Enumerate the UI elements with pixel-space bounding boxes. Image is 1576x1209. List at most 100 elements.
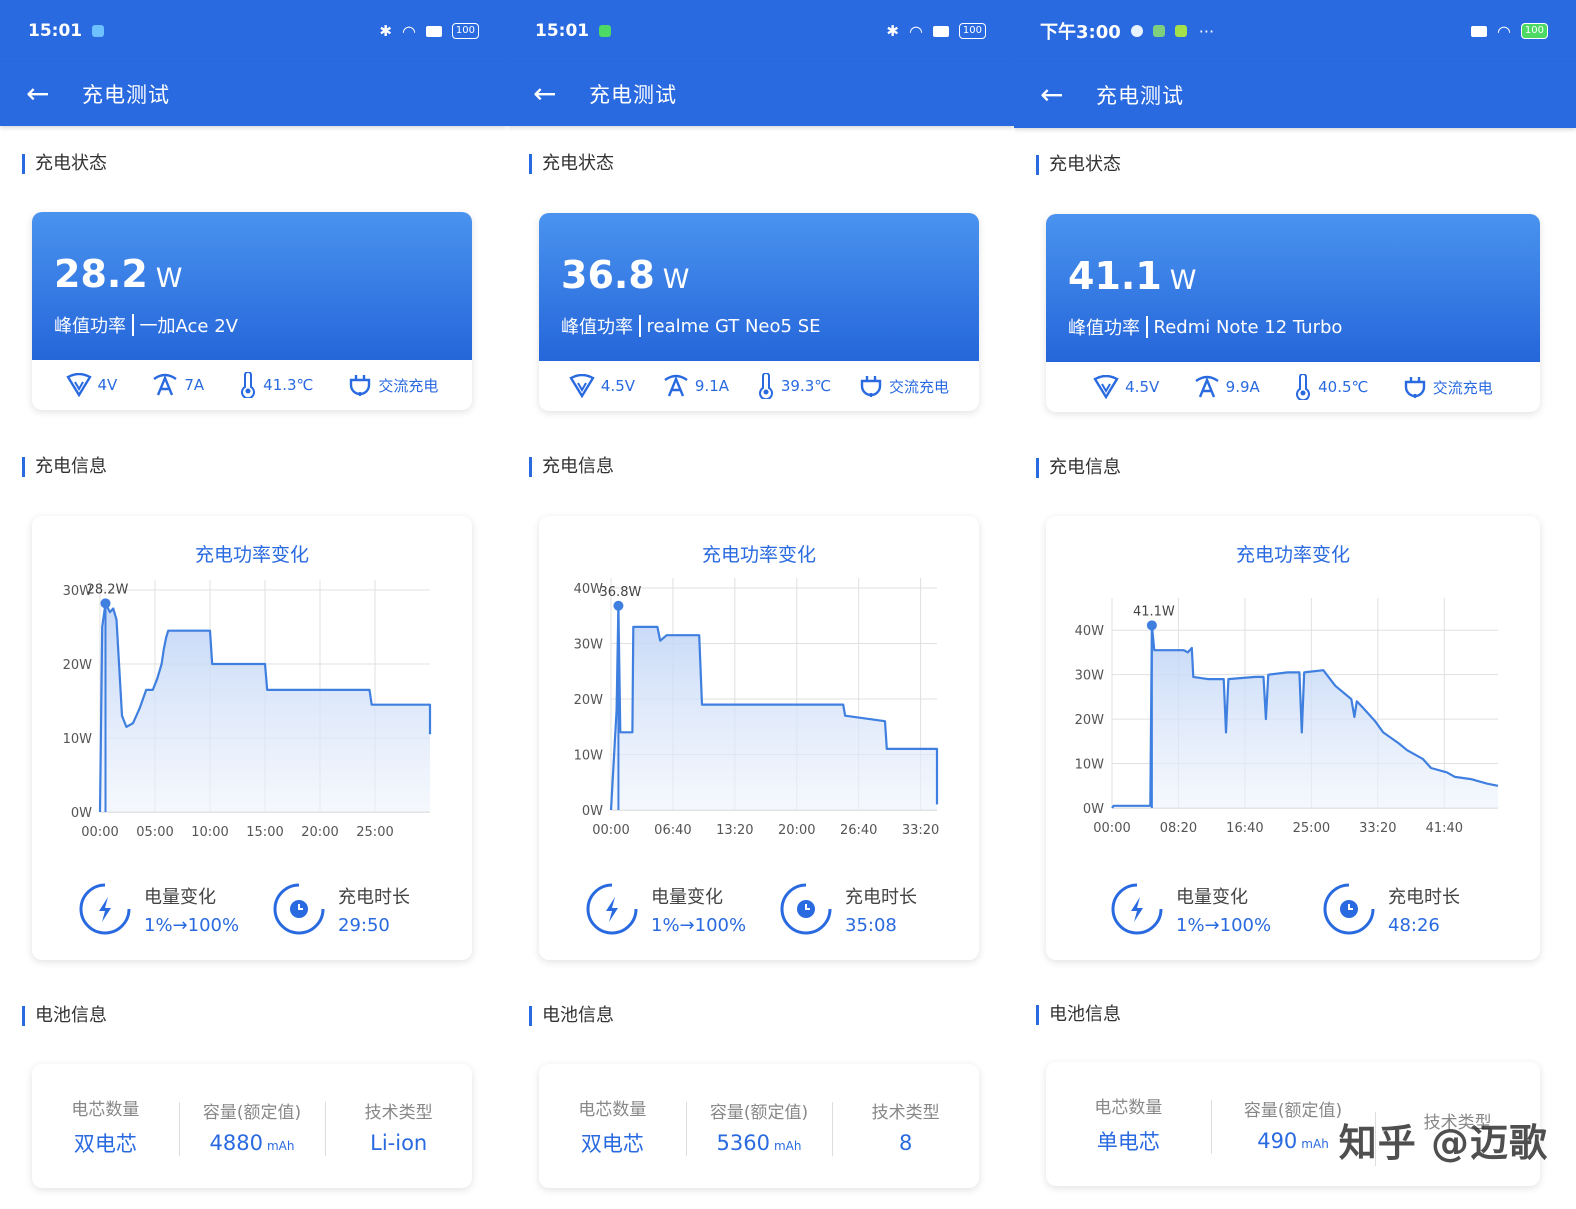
bluetooth-icon: ✱ (379, 22, 392, 40)
battery-change-label: 电量变化 (144, 886, 216, 908)
capacity-value: 4880 (209, 1130, 263, 1155)
power-chart: 0W10W20W30W40W00:00 06:40 13:20 20:00 26:40 3… (574, 578, 939, 838)
x-tick-label: 26:40 (840, 823, 877, 838)
technology: 技术类型 8 (832, 1098, 979, 1156)
notification-icon (92, 25, 105, 37)
voltage-metric: 4V (65, 373, 118, 397)
x-tick-label: 10:00 (191, 825, 228, 840)
temperature-value: 39.3℃ (780, 377, 832, 395)
peak-power-unit: W (1169, 265, 1197, 296)
x-tick-label: 00:00 (592, 823, 629, 838)
back-arrow-icon[interactable]: ← (1040, 81, 1080, 109)
x-tick-label: 25:00 (356, 825, 393, 840)
sim-icon (425, 25, 442, 37)
capacity-label: 容量(额定值) (202, 1102, 302, 1123)
power-chart: 0W10W20W30W00:00 05:00 10:00 15:00 20:00 25:0… (63, 580, 432, 840)
notification-icon (1130, 25, 1143, 37)
y-tick-label: 0W (71, 806, 92, 821)
charge-type-value: 交流充电 (378, 376, 439, 395)
divider (639, 315, 641, 337)
charge-duration-value: 48:26 (1388, 914, 1440, 936)
charge-duration-label: 充电时长 (338, 886, 410, 908)
peak-power-unit: W (155, 263, 183, 294)
charge-duration-stat: 充电时长 35:08 (779, 882, 917, 936)
current-value: 9.1A (694, 377, 730, 395)
plug-icon (860, 376, 882, 397)
download-icon (1174, 25, 1187, 37)
peak-power-card: 28.2 W 峰值功率 一加Ace 2V 4V 7A 41.3℃ 交流充电 (32, 212, 472, 410)
divider (1146, 316, 1148, 338)
status-bar: 15:01 ✱ ◠ 100 (0, 0, 507, 62)
current-value: 7A (184, 376, 205, 394)
peak-power-card: 36.8 W 峰值功率 realme GT Neo5 SE 4.5V 9.1A … (539, 213, 979, 411)
phone-screen-oneplus: 15:01 ✱ ◠ 100 ← 充电测试 充电状态 28.2 W 峰值功率 一加… (0, 0, 507, 1209)
app-bar: ← 充电测试 (0, 62, 507, 126)
sim-icon (1470, 25, 1487, 37)
device-name: Redmi Note 12 Turbo (1153, 316, 1343, 338)
page-title: 充电测试 (1096, 84, 1184, 108)
cell-count-value: 双电芯 (580, 1131, 644, 1156)
y-tick-label: 10W (574, 749, 604, 764)
thermometer-icon (758, 373, 773, 399)
phone-screen-redmi: 下午3:00 ··· ◠ 100 ← 充电测试 充电状态 41.1 W 峰值功率… (1014, 0, 1576, 1209)
section-title-charging-status: 充电状态 (22, 154, 107, 174)
peak-power-card: 41.1 W 峰值功率 Redmi Note 12 Turbo 4.5V 9.9… (1046, 214, 1540, 412)
y-tick-label: 30W (1075, 669, 1105, 684)
back-arrow-icon[interactable]: ← (26, 80, 66, 108)
capacity-value: 490 (1257, 1128, 1298, 1153)
current-value: 9.9A (1225, 378, 1260, 396)
technology-value: Li-ion (370, 1130, 428, 1155)
app-bar: ← 充电测试 (507, 62, 1014, 126)
voltage-icon (1093, 375, 1119, 399)
device-name: realme GT Neo5 SE (646, 315, 821, 337)
capacity-unit: mAh (1301, 1136, 1329, 1151)
temperature-metric: 40.5℃ (1294, 374, 1368, 400)
thermometer-icon (241, 372, 256, 398)
charge-type-metric: 交流充电 (1403, 375, 1493, 399)
x-tick-label: 08:20 (1160, 821, 1197, 836)
page-title: 充电测试 (589, 83, 677, 107)
peak-power-value: 36.8 (561, 253, 655, 297)
x-tick-label: 20:00 (301, 825, 338, 840)
current-icon (664, 374, 688, 397)
section-title-charging-info: 充电信息 (529, 457, 614, 477)
technology-value: 8 (898, 1130, 913, 1155)
x-tick-label: 13:20 (716, 823, 753, 838)
divider (132, 314, 134, 336)
back-arrow-icon[interactable]: ← (533, 80, 573, 108)
cell-count: 电芯数量 双电芯 (32, 1095, 179, 1158)
power-area (1112, 625, 1498, 808)
peak-label: 28.2W (87, 582, 129, 597)
clock-icon (780, 883, 832, 935)
battery-icon: 100 (1520, 23, 1548, 39)
section-title-battery-info: 电池信息 (22, 1006, 107, 1026)
lightning-icon (1111, 883, 1163, 935)
cell-count: 电芯数量 单电芯 (1046, 1093, 1211, 1156)
power-chart: 0W 10W 20W 30W 40W 00:00 08:20 16:40 25:00 33:20 4… (1075, 598, 1499, 836)
x-tick-label: 00:00 (1093, 821, 1130, 836)
voltage-metric: 4.5V (1093, 375, 1159, 399)
notification-icon (599, 25, 612, 37)
cell-count: 电芯数量 双电芯 (539, 1095, 686, 1158)
charge-duration-value: 35:08 (845, 914, 897, 936)
section-title-charging-info: 充电信息 (22, 457, 107, 477)
charge-duration-value: 29:50 (338, 914, 390, 936)
voltage-value: 4V (97, 376, 118, 394)
battery-change-stat: 电量变化 1%→100% (1110, 882, 1271, 936)
status-time: 下午3:00 (1040, 22, 1121, 43)
wifi-icon: ◠ (908, 21, 923, 41)
status-time: 15:01 (28, 21, 83, 41)
peak-label: 36.8W (600, 585, 642, 600)
technology-label: 技术类型 (871, 1102, 940, 1123)
y-tick-label: 0W (1083, 802, 1104, 817)
capacity: 容量(额定值) 4880 mAh (178, 1098, 326, 1156)
cell-count-value: 双电芯 (73, 1131, 137, 1156)
y-tick-label: 20W (1075, 713, 1105, 728)
x-tick-label: 25:00 (1293, 821, 1330, 836)
power-chart-card: 充电功率变化 0W 10W 20W 30W 40W 00:00 06:40 13:20 20:0… (539, 516, 979, 960)
power-chart-card: 充电功率变化 0W 10W 20W 30W 00:00 05:00 10:00 15:00 20… (32, 516, 472, 960)
lightning-icon (586, 883, 638, 935)
section-title-charging-status: 充电状态 (1036, 155, 1121, 175)
peak-point (100, 598, 111, 609)
battery-info-card: 电芯数量 双电芯 容量(额定值) 4880 mAh 技术类型 Li-ion (32, 1064, 472, 1188)
